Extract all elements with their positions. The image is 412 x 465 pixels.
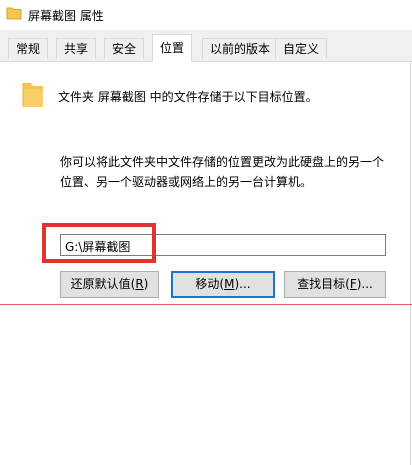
folder-icon [6,6,22,23]
move-suffix: )... [234,277,251,291]
find-target-button[interactable]: 查找目标(F)... [284,271,386,298]
find-target-suffix: )... [356,277,373,291]
annotation-line [0,304,412,305]
tab-location[interactable]: 位置 [152,34,193,62]
move-button[interactable]: 移动(M)... [171,271,275,298]
window-title: 屏幕截图 属性 [28,9,104,23]
restore-default-label: 还原默认值( [70,277,136,291]
move-label: 移动( [195,277,225,291]
folder-large-icon [20,79,46,112]
restore-default-button[interactable]: 还原默认值(R) [60,271,159,298]
location-info-line-1: 你可以将此文件夹中文件存储的位置更改为此硬盘上的另一个 [60,155,385,169]
tab-customize[interactable]: 自定义 [275,38,328,59]
find-target-label: 查找目标( [297,277,350,291]
restore-default-close: ) [143,277,149,291]
title-bar: 屏幕截图 属性 [0,0,412,30]
tab-general[interactable]: 常规 [8,38,49,59]
location-header-text: 文件夹 屏幕截图 中的文件存储于以下目标位置。 [58,90,318,104]
tab-previous-versions[interactable]: 以前的版本 [202,38,279,59]
panel-border [410,62,411,465]
restore-default-accesskey: R [135,277,144,291]
location-info-line-2: 位置、另一个驱动器或网络上的另一台计算机。 [60,175,313,189]
tab-sharing[interactable]: 共享 [56,38,97,59]
tab-security[interactable]: 安全 [104,38,145,59]
find-target-accesskey: F [349,277,357,291]
location-path-input[interactable] [60,234,386,256]
location-panel [0,62,412,465]
move-accesskey: M [224,277,235,291]
